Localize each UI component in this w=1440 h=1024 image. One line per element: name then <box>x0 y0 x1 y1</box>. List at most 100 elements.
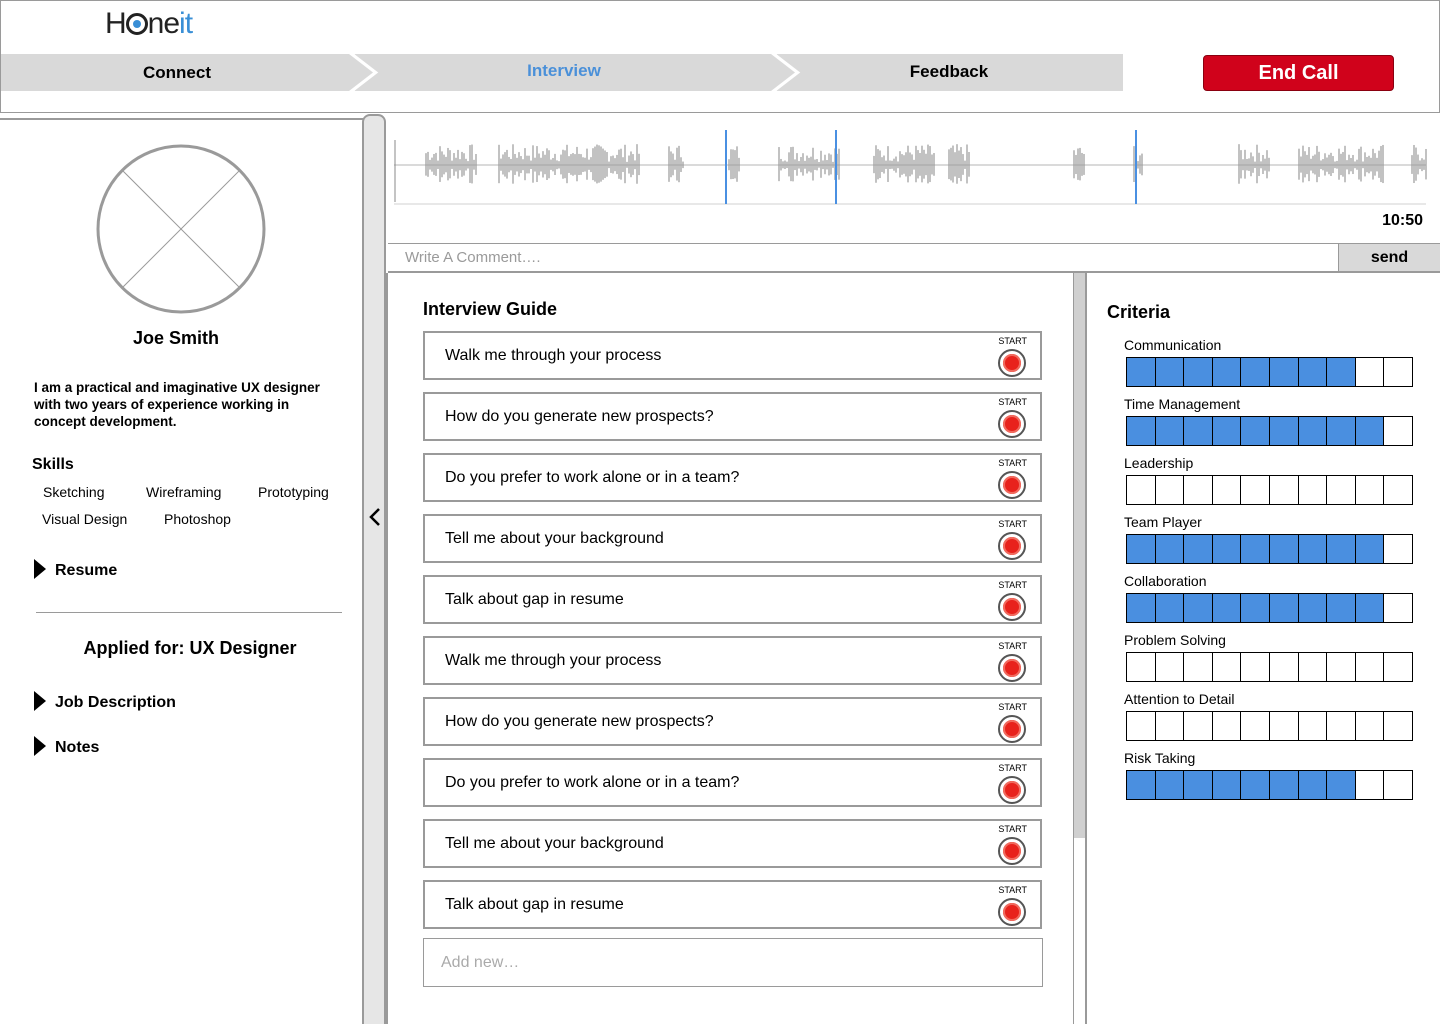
step-feedback[interactable]: Feedback <box>775 54 1123 91</box>
rating-cell[interactable] <box>1212 535 1242 563</box>
rating-cell[interactable] <box>1241 712 1270 740</box>
rating-cell[interactable] <box>1241 771 1270 799</box>
question-row[interactable]: Talk about gap in resume START <box>423 880 1042 929</box>
question-row[interactable]: Talk about gap in resume START <box>423 575 1042 624</box>
rating-cell[interactable] <box>1355 476 1385 504</box>
rating-cell[interactable] <box>1127 417 1156 445</box>
rating-cell[interactable] <box>1269 476 1299 504</box>
rating-cell[interactable] <box>1269 417 1299 445</box>
rating-cell[interactable] <box>1384 535 1412 563</box>
record-start-icon[interactable] <box>998 471 1026 499</box>
rating-cell[interactable] <box>1298 476 1328 504</box>
rating-cell[interactable] <box>1155 771 1185 799</box>
criterion-rating-bar[interactable] <box>1126 357 1413 387</box>
record-start-icon[interactable] <box>998 654 1026 682</box>
rating-cell[interactable] <box>1155 358 1185 386</box>
rating-cell[interactable] <box>1212 417 1242 445</box>
rating-cell[interactable] <box>1184 771 1213 799</box>
rating-cell[interactable] <box>1155 594 1185 622</box>
rating-cell[interactable] <box>1384 358 1412 386</box>
rating-cell[interactable] <box>1384 594 1412 622</box>
rating-cell[interactable] <box>1127 476 1156 504</box>
rating-cell[interactable] <box>1212 771 1242 799</box>
rating-cell[interactable] <box>1212 594 1242 622</box>
rating-cell[interactable] <box>1269 771 1299 799</box>
rating-cell[interactable] <box>1155 653 1185 681</box>
rating-cell[interactable] <box>1155 535 1185 563</box>
rating-cell[interactable] <box>1155 417 1185 445</box>
rating-cell[interactable] <box>1355 712 1385 740</box>
record-start-icon[interactable] <box>998 349 1026 377</box>
waveform-marker[interactable] <box>835 130 853 204</box>
rating-cell[interactable] <box>1184 712 1213 740</box>
rating-cell[interactable] <box>1212 476 1242 504</box>
rating-cell[interactable] <box>1127 358 1156 386</box>
rating-cell[interactable] <box>1327 771 1356 799</box>
rating-cell[interactable] <box>1355 417 1385 445</box>
rating-cell[interactable] <box>1127 653 1156 681</box>
rating-cell[interactable] <box>1212 653 1242 681</box>
rating-cell[interactable] <box>1384 417 1412 445</box>
rating-cell[interactable] <box>1327 358 1356 386</box>
criterion-rating-bar[interactable] <box>1126 770 1413 800</box>
rating-cell[interactable] <box>1327 417 1356 445</box>
rating-cell[interactable] <box>1269 358 1299 386</box>
question-row[interactable]: Do you prefer to work alone or in a team… <box>423 453 1042 502</box>
notes-toggle[interactable]: Notes <box>34 736 99 757</box>
rating-cell[interactable] <box>1127 594 1156 622</box>
rating-cell[interactable] <box>1155 712 1185 740</box>
rating-cell[interactable] <box>1327 594 1356 622</box>
rating-cell[interactable] <box>1355 535 1385 563</box>
rating-cell[interactable] <box>1212 712 1242 740</box>
rating-cell[interactable] <box>1327 476 1356 504</box>
criterion-rating-bar[interactable] <box>1126 711 1413 741</box>
rating-cell[interactable] <box>1327 712 1356 740</box>
rating-cell[interactable] <box>1384 712 1412 740</box>
question-row[interactable]: Walk me through your process START <box>423 331 1042 380</box>
rating-cell[interactable] <box>1298 771 1328 799</box>
record-start-icon[interactable] <box>998 776 1026 804</box>
rating-cell[interactable] <box>1269 535 1299 563</box>
rating-cell[interactable] <box>1298 358 1328 386</box>
rating-cell[interactable] <box>1184 417 1213 445</box>
rating-cell[interactable] <box>1298 535 1328 563</box>
rating-cell[interactable] <box>1212 358 1242 386</box>
rating-cell[interactable] <box>1384 653 1412 681</box>
guide-scrollbar[interactable] <box>1073 273 1087 1024</box>
rating-cell[interactable] <box>1127 712 1156 740</box>
rating-cell[interactable] <box>1298 417 1328 445</box>
record-start-icon[interactable] <box>998 837 1026 865</box>
rating-cell[interactable] <box>1127 771 1156 799</box>
rating-cell[interactable] <box>1269 594 1299 622</box>
rating-cell[interactable] <box>1298 712 1328 740</box>
rating-cell[interactable] <box>1384 771 1412 799</box>
record-start-icon[interactable] <box>998 715 1026 743</box>
rating-cell[interactable] <box>1184 594 1213 622</box>
record-start-icon[interactable] <box>998 593 1026 621</box>
record-start-icon[interactable] <box>998 898 1026 926</box>
rating-cell[interactable] <box>1241 594 1270 622</box>
send-button[interactable]: send <box>1338 244 1440 271</box>
record-start-icon[interactable] <box>998 410 1026 438</box>
rating-cell[interactable] <box>1241 653 1270 681</box>
rating-cell[interactable] <box>1184 535 1213 563</box>
question-row[interactable]: Do you prefer to work alone or in a team… <box>423 758 1042 807</box>
rating-cell[interactable] <box>1355 771 1385 799</box>
rating-cell[interactable] <box>1355 358 1385 386</box>
job-description-toggle[interactable]: Job Description <box>34 691 176 712</box>
comment-input[interactable] <box>388 244 1338 271</box>
question-row[interactable]: Tell me about your background START <box>423 819 1042 868</box>
waveform-marker[interactable] <box>725 130 743 204</box>
criterion-rating-bar[interactable] <box>1126 652 1413 682</box>
criterion-rating-bar[interactable] <box>1126 416 1413 446</box>
end-call-button[interactable]: End Call <box>1203 55 1394 91</box>
rating-cell[interactable] <box>1298 594 1328 622</box>
criterion-rating-bar[interactable] <box>1126 475 1413 505</box>
rating-cell[interactable] <box>1184 358 1213 386</box>
step-connect[interactable]: Connect <box>1 54 353 91</box>
scrollbar-thumb[interactable] <box>1074 273 1085 838</box>
question-row[interactable]: Tell me about your background START <box>423 514 1042 563</box>
rating-cell[interactable] <box>1127 535 1156 563</box>
collapse-panel-handle[interactable] <box>362 114 386 1024</box>
rating-cell[interactable] <box>1327 535 1356 563</box>
